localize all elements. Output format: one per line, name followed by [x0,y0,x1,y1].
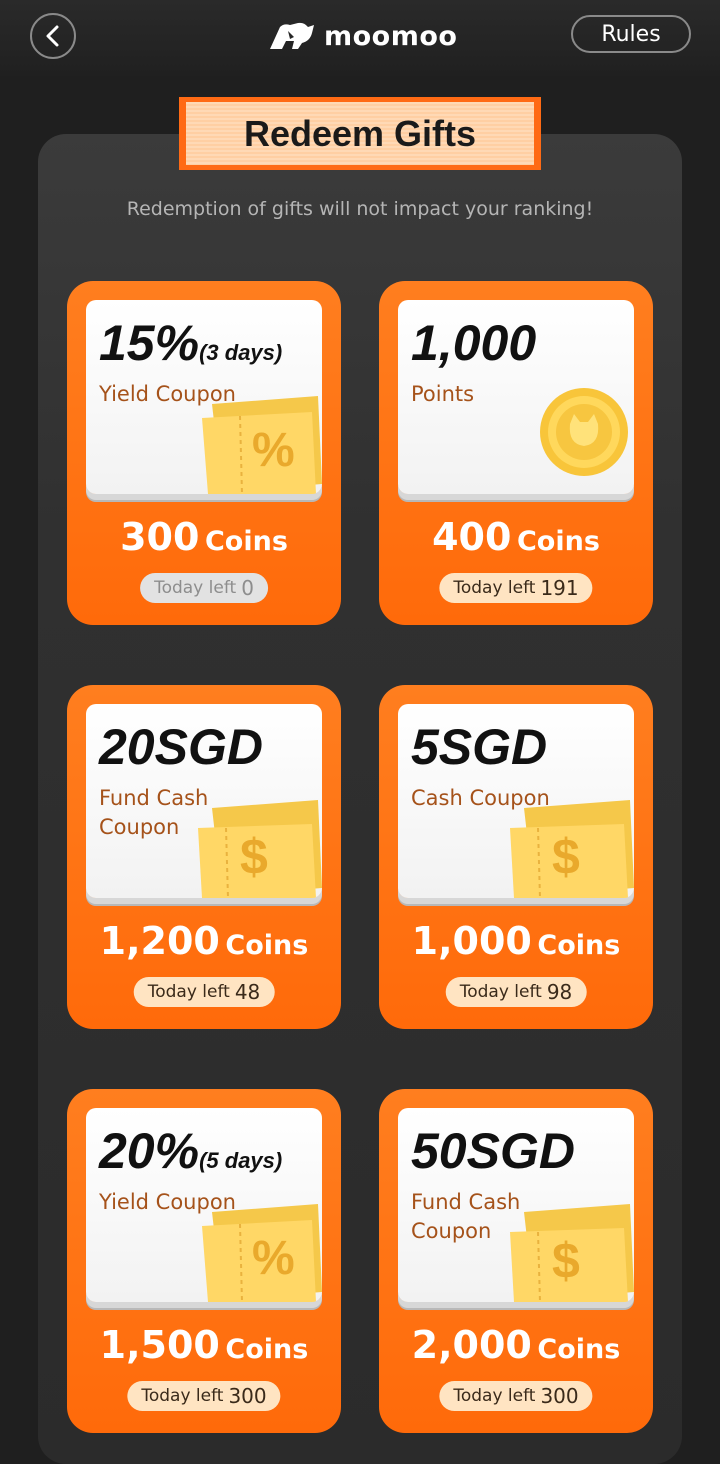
subtitle: Redemption of gifts will not impact your… [126,198,594,220]
svg-text:$: $ [552,829,580,885]
gift-value: 15%(3 days) [99,315,283,371]
gift-card-fund-50sgd[interactable]: 50SGD Fund Cash Coupon $ 2,000 Coins Tod… [379,1089,653,1433]
gift-card-yield-20[interactable]: 20%(5 days) Yield Coupon % 1,500 Coins T… [67,1089,341,1433]
today-left-badge: Today left 191 [439,573,593,603]
chevron-left-icon [46,25,59,47]
gift-value: 20SGD [99,719,263,775]
gift-visual: 1,000 Points [398,300,634,494]
today-left-badge: Today left 0 [140,573,268,603]
today-left-badge: Today left 300 [439,1381,593,1411]
moomoo-bull-logo [270,22,314,49]
svg-text:$: $ [552,1233,580,1289]
gold-coin-icon [540,388,628,476]
gift-value: 5SGD [411,719,548,775]
gift-visual: 50SGD Fund Cash Coupon $ [398,1108,634,1302]
gift-visual: 5SGD Cash Coupon $ [398,704,634,898]
today-left-badge: Today left 300 [127,1381,281,1411]
gift-value: 1,000 [411,315,537,371]
gift-card-fund-20sgd[interactable]: 20SGD Fund Cash Coupon $ 1,200 Coins Tod… [67,685,341,1029]
gift-visual: 20%(5 days) Yield Coupon % [86,1108,322,1302]
top-bar: moomoo Rules [0,0,720,76]
svg-text:%: % [252,1232,295,1285]
coin-price: 1,000 Coins [411,919,621,963]
gift-visual: 20SGD Fund Cash Coupon $ [86,704,322,898]
gift-card-cash-5sgd[interactable]: 5SGD Cash Coupon $ 1,000 Coins Today lef… [379,685,653,1029]
dollar-ticket-icon: $ [510,1204,634,1302]
rules-button[interactable]: Rules [571,15,691,53]
gift-card-yield-15[interactable]: 15%(3 days) Yield Coupon % 300 Coins Tod… [67,281,341,625]
back-button[interactable] [30,13,76,59]
today-left-badge: Today left 98 [445,977,587,1007]
today-left-badge: Today left 48 [133,977,275,1007]
dollar-ticket-icon: $ [198,800,322,898]
gift-card-points-1000[interactable]: 1,000 Points 400 Coins Today left 191 [379,281,653,625]
gift-value: 20%(5 days) [99,1123,283,1179]
app-logo: moomoo [268,18,457,54]
svg-text:%: % [252,424,295,477]
coin-price: 300 Coins [120,515,288,559]
percent-ticket-icon: % [202,1204,322,1302]
dollar-ticket-icon: $ [510,800,634,898]
coin-price: 2,000 Coins [411,1323,621,1367]
coin-price: 1,200 Coins [99,919,309,963]
coin-price: 400 Coins [432,515,600,559]
title-banner: Redeem Gifts [179,97,541,170]
svg-text:$: $ [240,829,268,885]
gift-value: 50SGD [411,1123,575,1179]
gift-visual: 15%(3 days) Yield Coupon % [86,300,322,494]
page-title: Redeem Gifts [243,112,477,154]
percent-ticket-icon: % [202,396,322,494]
coin-price: 1,500 Coins [99,1323,309,1367]
logo-text: moomoo [324,20,458,52]
